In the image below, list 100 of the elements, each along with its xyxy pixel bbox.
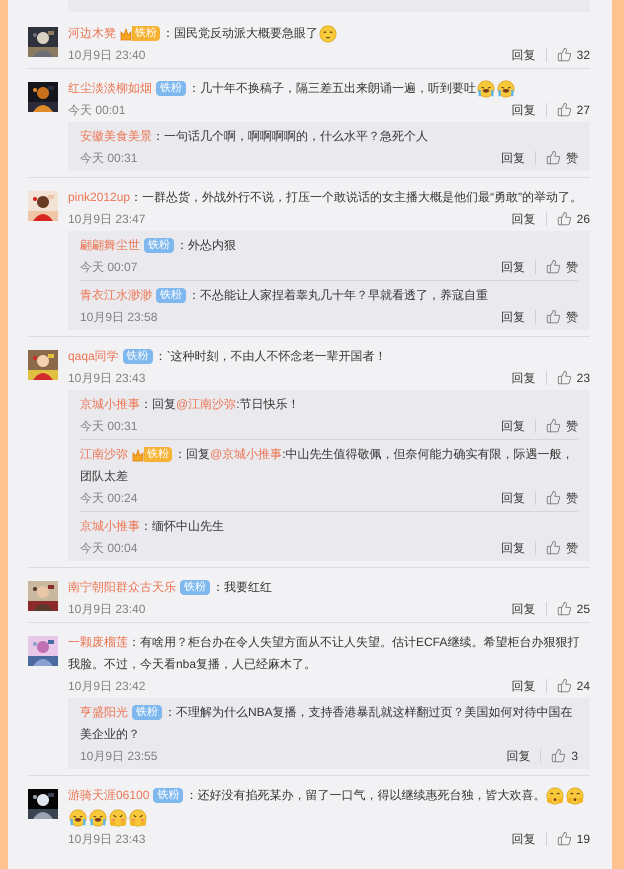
like-icon[interactable]: [556, 678, 572, 693]
comment-text: 安徽美食美景：一句话几个啊，啊啊啊啊的，什么水平？急死个人: [80, 128, 429, 145]
comment-time: 10月9日 23:55: [80, 748, 158, 764]
comment-time: 今天 00:04: [80, 540, 138, 556]
like-icon[interactable]: [556, 831, 572, 846]
like-count: 赞: [566, 258, 578, 276]
like-count: 19: [576, 830, 590, 848]
emoji-icon: [89, 808, 107, 827]
fan-badge: 铁粉: [156, 81, 186, 96]
emoji-icon: [69, 808, 87, 827]
username-link[interactable]: 红尘淡淡柳如烟: [68, 81, 152, 95]
like-icon[interactable]: [556, 47, 572, 62]
reply-link[interactable]: 回复: [506, 746, 530, 764]
like-count: 23: [576, 370, 590, 386]
reply-link[interactable]: 回复: [501, 148, 525, 166]
comment-time: 10月9日 23:40: [68, 46, 146, 64]
fan-badge: 铁粉: [180, 580, 210, 596]
like-count: 27: [576, 102, 590, 118]
reply-link[interactable]: 回复: [512, 368, 536, 386]
username-link[interactable]: 青衣江水渺渺: [80, 288, 152, 302]
fan-badge: 铁粉: [144, 238, 174, 254]
comment-text: 南宁朝阳群众古天乐 铁粉 ：我要红红: [68, 579, 273, 598]
comment-text: 青衣江水渺渺 铁粉 ：不怂能让人家捏着睾丸几十年？早就看透了，养寇自重: [80, 287, 489, 306]
emoji-icon: [477, 80, 495, 98]
reply-link[interactable]: 回复: [512, 676, 536, 694]
reply-link[interactable]: 回复: [501, 416, 525, 434]
comment-text: 亨盛阳光 铁粉 ：不理解为什么NBA复播，支持香港暴乱就这样翻过页？美国如何对待中国在美企业的？: [80, 704, 574, 743]
username-link[interactable]: 南宁朝阳群众古天乐: [68, 580, 176, 594]
like-icon[interactable]: [546, 540, 561, 555]
like-count: 26: [576, 210, 590, 228]
username-link[interactable]: 河边木凳: [68, 26, 116, 40]
comment-text: 红尘淡淡柳如烟 铁粉 ：几十年不换稿子，隔三差五出来朗诵一遍，听到要吐: [68, 77, 590, 99]
username-link[interactable]: 游骑天涯06100: [68, 788, 150, 802]
comment-text: 京城小推事：缅怀中山先生: [80, 518, 225, 535]
like-icon[interactable]: [556, 102, 572, 117]
mention-link[interactable]: @京城小推事: [210, 447, 282, 461]
comment-time: 10月9日 23:43: [68, 370, 146, 386]
comment-time: 10月9日 23:43: [68, 830, 146, 848]
reply-link[interactable]: 回复: [501, 308, 525, 326]
emoji-icon: [319, 24, 337, 43]
reply-link[interactable]: 回复: [512, 830, 536, 848]
like-count: 赞: [566, 150, 578, 166]
comment-text: 江南沙弥 铁粉 ：回复@京城小推事:中山先生值得敬佩，但奈何能力确实有限，际遇一般，团队太差: [80, 446, 575, 485]
username-link[interactable]: qaqa同学: [68, 349, 119, 363]
comment-text: qaqa同学 铁粉 ：`这种时刻，不由人不怀念老一辈开国者！: [68, 348, 388, 366]
like-count: 25: [576, 600, 590, 618]
comment-text: 河边木凳 铁粉 ：国民党反动派大概要急眼了: [68, 22, 590, 44]
username-link[interactable]: 江南沙弥: [80, 447, 128, 461]
like-count: 赞: [566, 418, 578, 434]
fan-badge: 铁粉: [132, 705, 162, 720]
emoji-icon: [566, 786, 584, 805]
comment-text: 游骑天涯06100 铁粉 ：还好没有掐死某办，留了一口气，得以继续惠死台独，皆大欢喜。: [68, 784, 590, 828]
reply-link[interactable]: 回复: [512, 210, 536, 228]
like-icon[interactable]: [546, 150, 561, 165]
comment-time: 今天 00:31: [80, 418, 138, 434]
like-count: 24: [576, 678, 590, 694]
comment-time: 今天 00:31: [80, 150, 138, 166]
like-count: 赞: [566, 540, 578, 556]
reply-link[interactable]: 回复: [501, 488, 525, 506]
comment-time: 今天 00:24: [80, 490, 138, 506]
crown-icon: [120, 26, 132, 41]
reply-link[interactable]: 回复: [512, 46, 536, 64]
comment-text: 翩翩舞尘世 铁粉 ：外怂内狠: [80, 237, 237, 256]
reply-link[interactable]: 回复: [501, 258, 525, 276]
fan-badge: 铁粉: [156, 288, 186, 304]
fan-badge: 铁粉: [153, 788, 184, 804]
username-link[interactable]: pink2012up: [68, 190, 130, 204]
like-icon[interactable]: [551, 748, 566, 763]
comment-text: 京城小推事：回复@江南沙弥:节日快乐！: [80, 396, 301, 413]
comment-text: pink2012up：一群怂货，外战外行不说，打压一个敢说话的女主播大概是他们最“勇敢”的举动了。: [68, 189, 584, 206]
username-link[interactable]: 京城小推事: [80, 519, 140, 533]
like-icon[interactable]: [556, 601, 572, 616]
comment-time: 10月9日 23:47: [68, 210, 146, 228]
reply-link[interactable]: 回复: [501, 538, 525, 556]
reply-link[interactable]: 回复: [512, 100, 536, 118]
comment-text: 一颗废榴莲：有啥用？柜台办在令人失望方面从不让人失望。估计ECFA继续。希望柜台办狠狠打我脸。不过，今天看nba复播，人已经麻木了。: [68, 634, 580, 673]
username-link[interactable]: 京城小推事: [80, 397, 140, 411]
like-count: 3: [571, 748, 578, 764]
emoji-icon: [546, 786, 564, 805]
comment-time: 今天 00:01: [68, 102, 126, 118]
username-link[interactable]: 安徽美食美景: [80, 129, 152, 143]
like-icon[interactable]: [546, 259, 561, 274]
reply-link[interactable]: 回复: [512, 600, 536, 618]
like-count: 赞: [566, 308, 578, 326]
like-count: 赞: [566, 490, 578, 506]
comment-time: 10月9日 23:40: [68, 600, 146, 618]
like-icon[interactable]: [546, 490, 561, 505]
comment-time: 10月9日 23:58: [80, 308, 158, 326]
username-link[interactable]: 翩翩舞尘世: [80, 238, 140, 252]
username-link[interactable]: 亨盛阳光: [80, 705, 128, 719]
like-icon[interactable]: [546, 309, 561, 324]
like-icon[interactable]: [546, 418, 561, 433]
like-icon[interactable]: [556, 211, 572, 226]
emoji-icon: [109, 808, 127, 827]
emoji-icon: [129, 808, 147, 827]
like-icon[interactable]: [556, 370, 572, 385]
mention-link[interactable]: @江南沙弥: [176, 397, 236, 411]
comment-time: 10月9日 23:42: [68, 678, 146, 694]
username-link[interactable]: 一颗废榴莲: [68, 635, 128, 649]
crown-icon: [132, 448, 144, 462]
